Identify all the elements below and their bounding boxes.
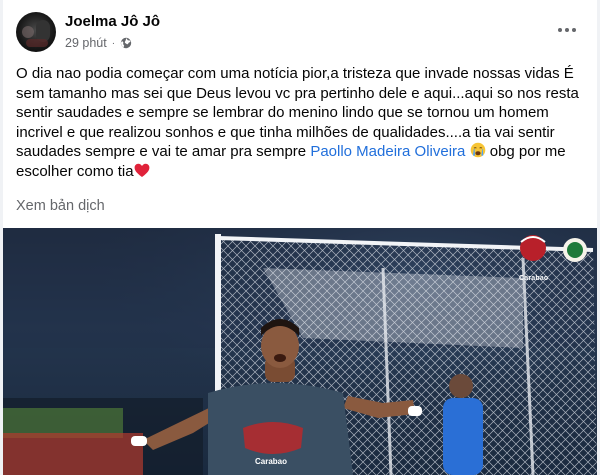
mention-link[interactable]: Paollo Madeira Oliveira [310,143,465,160]
crying-face-emoji-icon [470,142,485,158]
post-meta: 29 phút · [65,36,132,50]
jersey-sponsor-label: Carabao [255,457,287,466]
post-author-name[interactable]: Joelma Jô Jô [65,13,160,30]
sponsor-logo-label: Carabao [519,275,549,282]
red-heart-emoji-icon [134,163,149,177]
see-translation-link[interactable]: Xem bản dịch [16,198,105,214]
meta-separator: · [111,37,116,49]
more-options-icon [558,28,562,32]
avatar[interactable] [16,12,56,52]
more-options-button[interactable] [553,18,581,42]
post-header: Joelma Jô Jô 29 phút · [3,0,597,58]
football-celebration-photo-icon: Carabao [3,228,597,475]
post-card: Joelma Jô Jô 29 phút · O dia nao podia c… [3,0,597,475]
post-timestamp[interactable]: 29 phút [65,36,107,50]
post-body: O dia nao podia começar com uma notícia … [16,64,591,181]
svg-text:Carabao: Carabao [255,457,287,466]
post-photo[interactable]: Carabao Carabao [3,228,597,475]
globe-icon[interactable] [120,37,132,49]
